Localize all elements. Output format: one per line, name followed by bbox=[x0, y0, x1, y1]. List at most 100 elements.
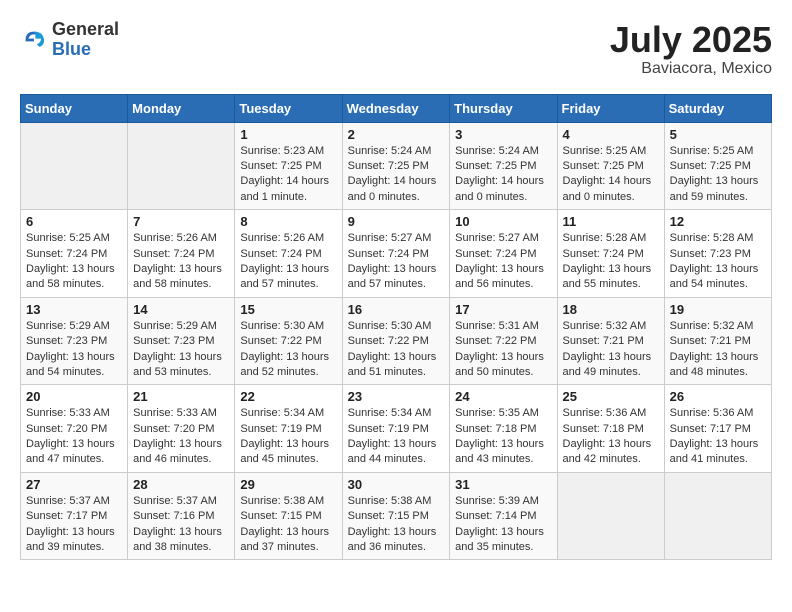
logo-text: General Blue bbox=[52, 20, 119, 60]
calendar-table: SundayMondayTuesdayWednesdayThursdayFrid… bbox=[20, 94, 772, 561]
weekday-header-friday: Friday bbox=[557, 94, 664, 122]
day-info: Sunrise: 5:29 AM Sunset: 7:23 PM Dayligh… bbox=[26, 319, 122, 381]
day-number: 16 bbox=[348, 302, 445, 317]
day-info: Sunrise: 5:27 AM Sunset: 7:24 PM Dayligh… bbox=[455, 231, 551, 293]
calendar-cell: 17Sunrise: 5:31 AM Sunset: 7:22 PM Dayli… bbox=[450, 297, 557, 385]
calendar-cell: 25 Sunrise: 5:36 AM Sunset: 7:18 PM Dayli… bbox=[557, 385, 664, 473]
day-number: 20 bbox=[26, 389, 122, 404]
calendar-cell: 22 Sunrise: 5:34 AM Sunset: 7:19 PM Dayli… bbox=[235, 385, 342, 473]
calendar-cell: 26 Sunrise: 5:36 AM Sunset: 7:17 PM Dayli… bbox=[664, 385, 771, 473]
calendar-cell: 9 Sunrise: 5:27 AM Sunset: 7:24 PM Daylig… bbox=[342, 210, 450, 298]
day-number: 22 bbox=[240, 389, 336, 404]
calendar-cell: 3 Sunrise: 5:24 AM Sunset: 7:25 PM Daylig… bbox=[450, 122, 557, 210]
calendar-cell: 23 Sunrise: 5:34 AM Sunset: 7:19 PM Dayli… bbox=[342, 385, 450, 473]
calendar-cell: 13 Sunrise: 5:29 AM Sunset: 7:23 PM Dayli… bbox=[21, 297, 128, 385]
day-number: 2 bbox=[348, 127, 445, 142]
calendar-cell: 7 Sunrise: 5:26 AM Sunset: 7:24 PM Daylig… bbox=[128, 210, 235, 298]
weekday-header-row: SundayMondayTuesdayWednesdayThursdayFrid… bbox=[21, 94, 772, 122]
day-info: Sunrise: 5:33 AM Sunset: 7:20 PM Dayligh… bbox=[26, 406, 122, 468]
day-info: Sunrise: 5:23 AM Sunset: 7:25 PM Dayligh… bbox=[240, 144, 336, 206]
day-info: Sunrise: 5:25 AM Sunset: 7:24 PM Dayligh… bbox=[26, 231, 122, 293]
calendar-cell: 5Sunrise: 5:25 AM Sunset: 7:25 PM Daylig… bbox=[664, 122, 771, 210]
calendar-cell: 15 Sunrise: 5:30 AM Sunset: 7:22 PM Dayli… bbox=[235, 297, 342, 385]
calendar-cell: 2 Sunrise: 5:24 AM Sunset: 7:25 PM Daylig… bbox=[342, 122, 450, 210]
calendar-cell bbox=[128, 122, 235, 210]
logo: General Blue bbox=[20, 20, 119, 60]
day-info: Sunrise: 5:27 AM Sunset: 7:24 PM Dayligh… bbox=[348, 231, 445, 293]
weekday-header-monday: Monday bbox=[128, 94, 235, 122]
day-number: 3 bbox=[455, 127, 551, 142]
calendar-cell: 21 Sunrise: 5:33 AM Sunset: 7:20 PM Dayli… bbox=[128, 385, 235, 473]
day-number: 13 bbox=[26, 302, 122, 317]
day-number: 21 bbox=[133, 389, 229, 404]
day-number: 7 bbox=[133, 214, 229, 229]
day-info: Sunrise: 5:26 AM Sunset: 7:24 PM Dayligh… bbox=[133, 231, 229, 293]
weekday-header-thursday: Thursday bbox=[450, 94, 557, 122]
day-info: Sunrise: 5:39 AM Sunset: 7:14 PM Dayligh… bbox=[455, 494, 551, 556]
day-info: Sunrise: 5:37 AM Sunset: 7:16 PM Dayligh… bbox=[133, 494, 229, 556]
calendar-cell: 19Sunrise: 5:32 AM Sunset: 7:21 PM Dayli… bbox=[664, 297, 771, 385]
day-info: Sunrise: 5:32 AM Sunset: 7:21 PM Dayligh… bbox=[563, 319, 659, 381]
weekday-header-saturday: Saturday bbox=[664, 94, 771, 122]
calendar-cell bbox=[557, 472, 664, 560]
day-info: Sunrise: 5:26 AM Sunset: 7:24 PM Dayligh… bbox=[240, 231, 336, 293]
day-number: 8 bbox=[240, 214, 336, 229]
day-number: 18 bbox=[563, 302, 659, 317]
day-number: 25 bbox=[563, 389, 659, 404]
calendar-cell bbox=[664, 472, 771, 560]
day-number: 28 bbox=[133, 477, 229, 492]
calendar-cell: 4Sunrise: 5:25 AM Sunset: 7:25 PM Daylig… bbox=[557, 122, 664, 210]
calendar-cell: 12 Sunrise: 5:28 AM Sunset: 7:23 PM Dayli… bbox=[664, 210, 771, 298]
day-info: Sunrise: 5:34 AM Sunset: 7:19 PM Dayligh… bbox=[240, 406, 336, 468]
day-info: Sunrise: 5:37 AM Sunset: 7:17 PM Dayligh… bbox=[26, 494, 122, 556]
day-info: Sunrise: 5:25 AM Sunset: 7:25 PM Dayligh… bbox=[670, 144, 766, 206]
day-number: 6 bbox=[26, 214, 122, 229]
week-row-2: 6 Sunrise: 5:25 AM Sunset: 7:24 PM Daylig… bbox=[21, 210, 772, 298]
day-number: 23 bbox=[348, 389, 445, 404]
day-info: Sunrise: 5:35 AM Sunset: 7:18 PM Dayligh… bbox=[455, 406, 551, 468]
calendar-cell: 16 Sunrise: 5:30 AM Sunset: 7:22 PM Dayli… bbox=[342, 297, 450, 385]
calendar-cell: 29Sunrise: 5:38 AM Sunset: 7:15 PM Dayli… bbox=[235, 472, 342, 560]
calendar-cell: 31 Sunrise: 5:39 AM Sunset: 7:14 PM Dayli… bbox=[450, 472, 557, 560]
day-info: Sunrise: 5:33 AM Sunset: 7:20 PM Dayligh… bbox=[133, 406, 229, 468]
day-info: Sunrise: 5:30 AM Sunset: 7:22 PM Dayligh… bbox=[348, 319, 445, 381]
calendar-cell: 24 Sunrise: 5:35 AM Sunset: 7:18 PM Dayli… bbox=[450, 385, 557, 473]
calendar-cell: 30Sunrise: 5:38 AM Sunset: 7:15 PM Dayli… bbox=[342, 472, 450, 560]
day-number: 17 bbox=[455, 302, 551, 317]
day-number: 27 bbox=[26, 477, 122, 492]
week-row-3: 13 Sunrise: 5:29 AM Sunset: 7:23 PM Dayli… bbox=[21, 297, 772, 385]
calendar-cell bbox=[21, 122, 128, 210]
day-info: Sunrise: 5:30 AM Sunset: 7:22 PM Dayligh… bbox=[240, 319, 336, 381]
day-info: Sunrise: 5:24 AM Sunset: 7:25 PM Dayligh… bbox=[348, 144, 445, 206]
day-number: 12 bbox=[670, 214, 766, 229]
day-number: 24 bbox=[455, 389, 551, 404]
day-number: 15 bbox=[240, 302, 336, 317]
day-info: Sunrise: 5:28 AM Sunset: 7:24 PM Dayligh… bbox=[563, 231, 659, 293]
day-info: Sunrise: 5:36 AM Sunset: 7:18 PM Dayligh… bbox=[563, 406, 659, 468]
logo-icon bbox=[20, 26, 48, 54]
calendar-cell: 11 Sunrise: 5:28 AM Sunset: 7:24 PM Dayli… bbox=[557, 210, 664, 298]
day-info: Sunrise: 5:36 AM Sunset: 7:17 PM Dayligh… bbox=[670, 406, 766, 468]
calendar-cell: 14 Sunrise: 5:29 AM Sunset: 7:23 PM Dayli… bbox=[128, 297, 235, 385]
day-info: Sunrise: 5:32 AM Sunset: 7:21 PM Dayligh… bbox=[670, 319, 766, 381]
calendar-cell: 1Sunrise: 5:23 AM Sunset: 7:25 PM Daylig… bbox=[235, 122, 342, 210]
day-info: Sunrise: 5:34 AM Sunset: 7:19 PM Dayligh… bbox=[348, 406, 445, 468]
title-block: July 2025 Baviacora, Mexico bbox=[610, 20, 772, 78]
calendar-cell: 8 Sunrise: 5:26 AM Sunset: 7:24 PM Daylig… bbox=[235, 210, 342, 298]
day-number: 11 bbox=[563, 214, 659, 229]
page-header: General Blue July 2025 Baviacora, Mexico bbox=[20, 20, 772, 78]
day-number: 14 bbox=[133, 302, 229, 317]
day-number: 9 bbox=[348, 214, 445, 229]
calendar-cell: 18 Sunrise: 5:32 AM Sunset: 7:21 PM Dayli… bbox=[557, 297, 664, 385]
day-number: 31 bbox=[455, 477, 551, 492]
weekday-header-wednesday: Wednesday bbox=[342, 94, 450, 122]
day-info: Sunrise: 5:29 AM Sunset: 7:23 PM Dayligh… bbox=[133, 319, 229, 381]
calendar-cell: 27 Sunrise: 5:37 AM Sunset: 7:17 PM Dayli… bbox=[21, 472, 128, 560]
day-info: Sunrise: 5:38 AM Sunset: 7:15 PM Dayligh… bbox=[348, 494, 445, 556]
day-info: Sunrise: 5:28 AM Sunset: 7:23 PM Dayligh… bbox=[670, 231, 766, 293]
week-row-4: 20 Sunrise: 5:33 AM Sunset: 7:20 PM Dayli… bbox=[21, 385, 772, 473]
day-info: Sunrise: 5:24 AM Sunset: 7:25 PM Dayligh… bbox=[455, 144, 551, 206]
day-number: 26 bbox=[670, 389, 766, 404]
weekday-header-sunday: Sunday bbox=[21, 94, 128, 122]
day-number: 4 bbox=[563, 127, 659, 142]
